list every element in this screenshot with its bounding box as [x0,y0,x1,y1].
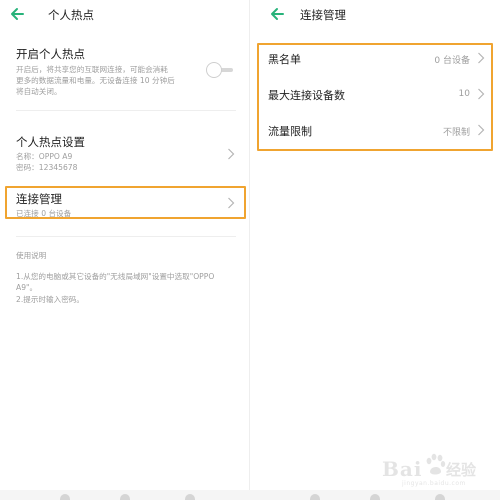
divider [16,236,236,237]
watermark-url: jingyan.baidu.com [402,480,466,487]
watermark-brand: Bai [382,457,423,481]
hotspot-settings-label: 个人热点设置 [16,135,85,149]
instructions-line: A9"。 [16,283,38,292]
nav-home-button[interactable] [370,494,380,500]
instructions-title: 使用说明 [16,251,47,260]
hotspot-toggle-switch[interactable] [206,62,234,78]
max-connections-value: 10 [458,89,470,99]
chevron-right-icon [228,148,235,160]
max-connections-label: 最大连接设备数 [268,89,345,102]
hotspot-toggle-label: 开启个人热点 [16,47,85,61]
blacklist-label: 黑名单 [268,53,301,66]
blacklist-value: 0 台设备 [434,56,470,66]
navigation-bar [0,490,500,500]
page-title: 连接管理 [300,8,346,22]
hotspot-password: 密码：12345678 [16,163,78,172]
hotspot-screen: 个人热点 开启个人热点 开启后，将共享您的互联网连接，可能会消耗 更多的数据流量… [0,0,250,500]
nav-home-button[interactable] [120,494,130,500]
divider [16,110,236,111]
hotspot-header: 个人热点 [0,0,250,30]
chevron-right-icon [478,88,485,100]
nav-recents-button[interactable] [185,494,195,500]
data-limit-label: 流量限制 [268,125,312,138]
nav-back-button[interactable] [310,494,320,500]
hotspot-description-line: 开启后，将共享您的互联网连接，可能会消耗 [16,65,168,74]
back-arrow-icon[interactable] [268,5,286,23]
instructions-line: 2.提示时输入密码。 [16,295,84,304]
connection-management-highlight [5,186,246,219]
paw-icon [426,453,446,475]
page-title: 个人热点 [48,8,94,22]
connection-header: 连接管理 [250,0,500,30]
hotspot-description-line: 更多的数据流量和电量。无设备连接 10 分钟后 [16,76,175,85]
data-limit-value: 不限制 [442,128,470,138]
nav-recents-button[interactable] [435,494,445,500]
nav-back-button[interactable] [60,494,70,500]
instructions-line: 1.从您的电脑或其它设备的"无线局域网"设置中选取"OPPO [16,272,215,281]
back-arrow-icon[interactable] [8,5,26,23]
hotspot-name: 名称：OPPO A9 [16,152,73,161]
chevron-right-icon [478,124,485,136]
hotspot-description-line: 将自动关闭。 [16,87,62,96]
toggle-knob [206,62,222,78]
watermark-brand-cn: 经验 [446,461,477,479]
chevron-right-icon [478,52,485,64]
baidu-jingyan-watermark: Bai 经验 jingyan.baidu.com [382,452,482,490]
